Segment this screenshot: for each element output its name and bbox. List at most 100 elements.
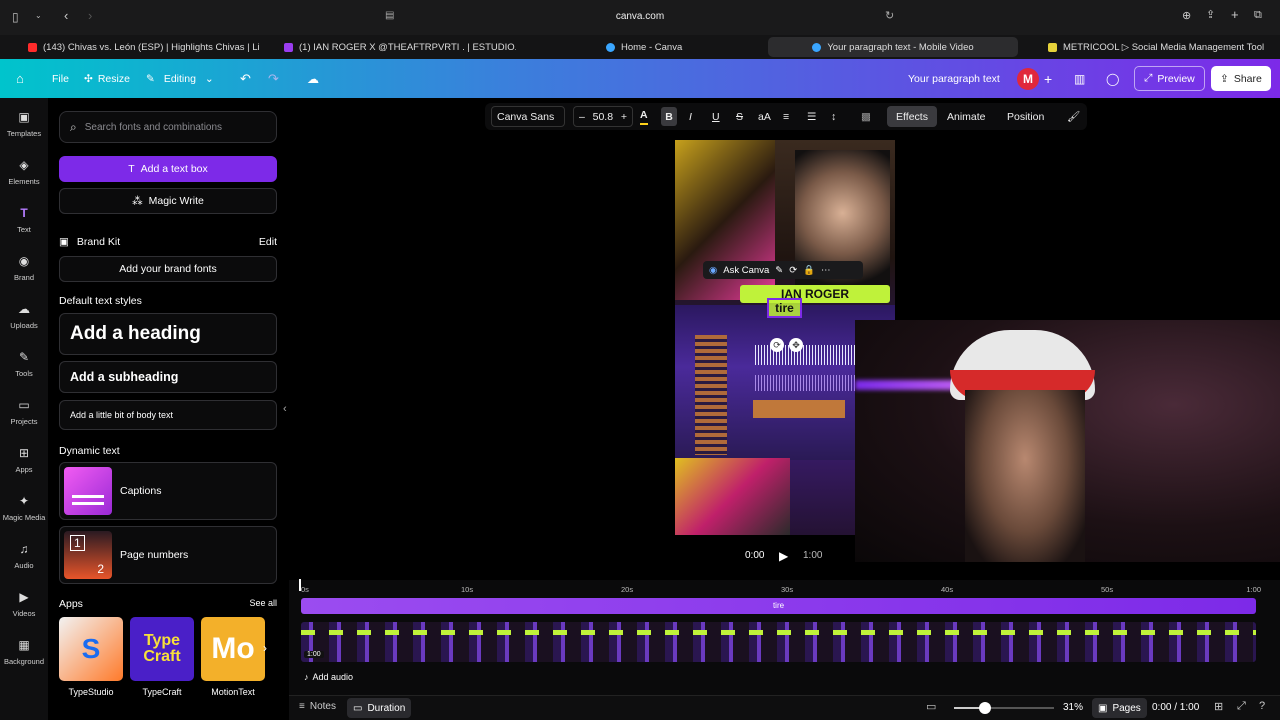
- magic-write-button[interactable]: ⁂ Magic Write: [59, 188, 277, 214]
- avatar[interactable]: M: [1017, 59, 1039, 98]
- chevron-down-icon[interactable]: ⌄: [35, 11, 42, 20]
- letter-case-icon[interactable]: aA: [758, 103, 771, 130]
- rail-item-elements[interactable]: ◈ Elements: [0, 158, 48, 186]
- tab-chivas[interactable]: (143) Chivas vs. León (ESP) | Highlights…: [20, 37, 260, 57]
- preview-button[interactable]: ⤢ Preview: [1134, 66, 1205, 91]
- play-icon[interactable]: ▶: [779, 549, 788, 563]
- editing-menu[interactable]: ✎ Editing ⌄: [146, 59, 214, 98]
- add-body-text-button[interactable]: Add a little bit of body text: [59, 400, 277, 430]
- collapse-panel-icon[interactable]: ‹: [283, 403, 287, 415]
- resize-button[interactable]: ✣ Resize: [84, 59, 130, 98]
- add-audio-button[interactable]: ♪ Add audio: [304, 672, 353, 682]
- bold-icon[interactable]: B: [661, 107, 677, 126]
- name-caption[interactable]: IAN ROGER: [740, 285, 890, 303]
- home-icon[interactable]: ⌂: [16, 59, 24, 98]
- add-text-box-button[interactable]: T Add a text box: [59, 156, 277, 182]
- typestudio-app-tile[interactable]: S: [59, 617, 123, 681]
- rail-item-templates[interactable]: ▣ Templates: [0, 110, 48, 138]
- captions-item[interactable]: Captions: [59, 462, 277, 520]
- add-heading-button[interactable]: Add a heading: [59, 313, 277, 355]
- chevron-right-icon[interactable]: ›: [263, 641, 267, 655]
- video-track[interactable]: 1:00: [301, 622, 1256, 662]
- rail-item-audio[interactable]: ♫ Audio: [0, 542, 48, 570]
- transparency-icon[interactable]: ▩: [861, 103, 871, 130]
- lock-icon[interactable]: 🔒: [803, 265, 815, 276]
- edit-icon[interactable]: ✎: [775, 265, 783, 276]
- playhead[interactable]: [299, 579, 301, 591]
- zoom-value[interactable]: 31%: [1063, 702, 1083, 713]
- comment-icon[interactable]: ◯: [1106, 59, 1119, 98]
- text-track[interactable]: tire: [301, 598, 1256, 614]
- font-size-stepper[interactable]: –50.8 +: [573, 106, 633, 127]
- plus-icon[interactable]: +: [621, 111, 627, 123]
- tab-ian-roger[interactable]: (1) IAN ROGER X @THEAFTRPVRTI . | ESTUDI…: [276, 37, 516, 57]
- font-family-select[interactable]: Canva Sans: [491, 106, 565, 127]
- share-icon[interactable]: ⇪: [1206, 8, 1215, 21]
- share-button[interactable]: ⇪ Share: [1211, 66, 1271, 91]
- reload-icon[interactable]: ↻: [885, 9, 894, 22]
- typecraft-app-tile[interactable]: Type Craft: [130, 617, 194, 681]
- spacing-icon[interactable]: ↕: [831, 103, 836, 130]
- tab-overview-icon[interactable]: ⧉: [1254, 9, 1262, 22]
- webcam-frame[interactable]: [855, 320, 1280, 562]
- position-button[interactable]: Position: [1007, 103, 1044, 130]
- minus-icon[interactable]: –: [579, 111, 585, 123]
- add-collaborator-icon[interactable]: +: [1044, 59, 1052, 98]
- effects-button[interactable]: Effects: [887, 106, 937, 127]
- rail-item-background[interactable]: ▦ Background: [0, 638, 48, 666]
- move-handle-icon[interactable]: ✥: [789, 338, 803, 352]
- page-numbers-item[interactable]: 1 2 Page numbers: [59, 526, 277, 584]
- tab-metricool[interactable]: METRICOOL ▷ Social Media Management Tool: [1040, 37, 1265, 57]
- rail-item-tools[interactable]: ✎ Tools: [0, 350, 48, 378]
- notes-button[interactable]: ≡ Notes: [299, 701, 336, 712]
- see-all-link[interactable]: See all: [249, 598, 277, 610]
- format-painter-icon[interactable]: 🖌: [1067, 103, 1080, 130]
- more-options-icon[interactable]: ⋯: [821, 265, 831, 276]
- font-search-input[interactable]: ⌕ Search fonts and combinations: [59, 111, 277, 143]
- duplicate-icon[interactable]: ⟳: [789, 265, 797, 276]
- add-subheading-button[interactable]: Add a subheading: [59, 361, 277, 393]
- pages-button[interactable]: ▣ Pages: [1092, 698, 1147, 718]
- rail-item-apps[interactable]: ⊞ Apps: [0, 446, 48, 474]
- rail-item-projects[interactable]: ▭ Projects: [0, 398, 48, 426]
- redo-icon[interactable]: ↷: [268, 59, 279, 98]
- rail-item-brand[interactable]: ◉ Brand: [0, 254, 48, 282]
- tab-home-canva[interactable]: Home - Canva: [598, 37, 748, 57]
- analytics-icon[interactable]: ▥: [1074, 59, 1085, 98]
- new-tab-icon[interactable]: +: [1231, 7, 1239, 22]
- rail-item-text[interactable]: T Text: [0, 206, 48, 234]
- back-icon[interactable]: ‹: [64, 8, 68, 23]
- text-color-icon[interactable]: A: [640, 107, 648, 125]
- ask-canva-button[interactable]: Ask Canva: [723, 265, 769, 276]
- file-menu[interactable]: File: [52, 59, 69, 98]
- align-center-icon[interactable]: ≡: [783, 103, 789, 130]
- timeline-ruler[interactable]: 0s 10s 20s 30s 40s 50s 1:00: [301, 585, 1266, 597]
- underline-icon[interactable]: U: [712, 103, 720, 130]
- italic-icon[interactable]: I: [689, 103, 692, 130]
- fit-screen-icon[interactable]: ▭: [926, 700, 936, 713]
- duration-button[interactable]: ▭ Duration: [347, 698, 412, 718]
- rotate-handle-icon[interactable]: ⟳: [770, 338, 784, 352]
- animate-button[interactable]: Animate: [947, 103, 986, 130]
- list-icon[interactable]: ☰: [807, 103, 816, 130]
- help-icon[interactable]: ?: [1259, 700, 1265, 712]
- zoom-slider-handle[interactable]: [979, 702, 991, 714]
- rail-item-videos[interactable]: ▶ Videos: [0, 590, 48, 618]
- grid-view-icon[interactable]: ⊞: [1214, 700, 1223, 713]
- brand-kit-edit-link[interactable]: Edit: [259, 236, 277, 248]
- sidebar-toggle-icon[interactable]: ▯: [12, 10, 19, 24]
- strikethrough-icon[interactable]: S: [736, 103, 743, 130]
- selected-text-element[interactable]: tire: [767, 298, 802, 318]
- zoom-slider[interactable]: [954, 702, 1054, 714]
- reader-icon[interactable]: ▤: [385, 10, 394, 21]
- tab-mobile-video[interactable]: Your paragraph text - Mobile Video: [768, 37, 1018, 57]
- rail-item-uploads[interactable]: ☁ Uploads: [0, 302, 48, 330]
- document-title[interactable]: Your paragraph text: [908, 59, 1000, 98]
- rail-item-magic-media[interactable]: ✦ Magic Media: [0, 494, 48, 522]
- add-brand-fonts-button[interactable]: Add your brand fonts: [59, 256, 277, 282]
- cloud-save-icon[interactable]: ☁: [307, 59, 319, 98]
- motiontext-app-tile[interactable]: Mo: [201, 617, 265, 681]
- undo-icon[interactable]: ↶: [240, 59, 251, 98]
- download-icon[interactable]: ⊕: [1182, 9, 1191, 22]
- fullscreen-icon[interactable]: ⤢: [1237, 700, 1246, 713]
